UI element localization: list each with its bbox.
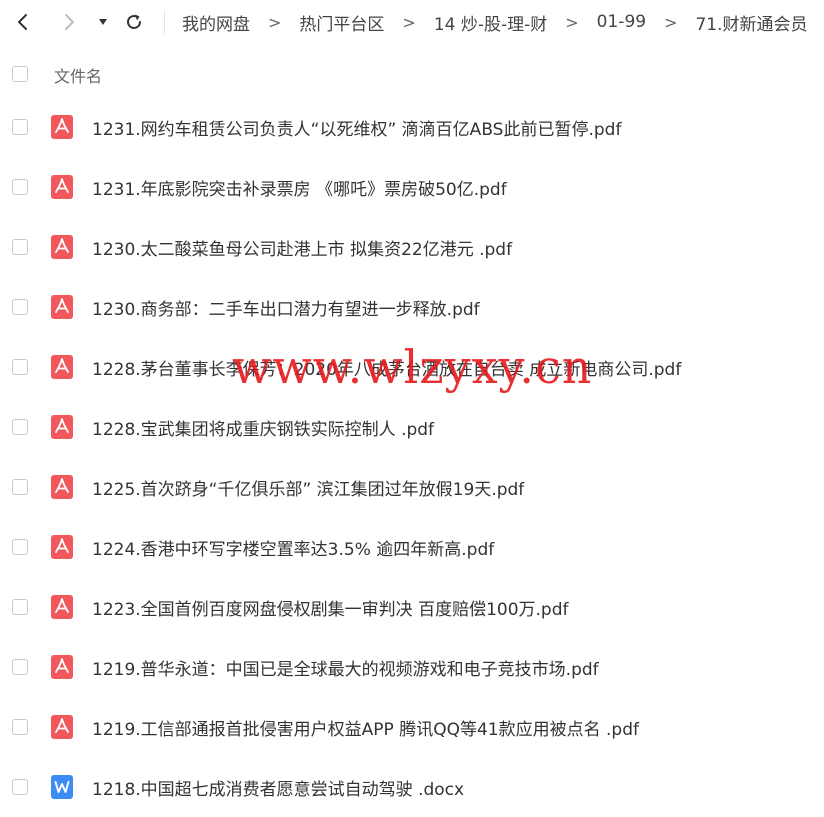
pdf-file-icon <box>51 295 73 319</box>
pdf-file-icon <box>51 115 73 139</box>
breadcrumb-separator: > <box>402 12 416 32</box>
file-name[interactable]: 1224.香港中环写字楼空置率达3.5% 逾四年新高.pdf <box>92 535 494 560</box>
breadcrumb-item-hot-platforms[interactable]: 热门平台区 <box>299 10 384 35</box>
breadcrumb-separator: > <box>664 12 678 32</box>
file-row[interactable]: 1228.茅台董事长李保芳：2020年八成茅台酒放在自台卖 成立新电商公司.pd… <box>0 337 824 397</box>
refresh-button[interactable] <box>120 7 148 37</box>
file-name[interactable]: 1230.商务部：二手车出口潜力有望进一步释放.pdf <box>92 295 480 320</box>
breadcrumb-item-current-folder[interactable]: 71.财新通会员 <box>695 10 807 35</box>
toolbar-divider <box>164 10 165 34</box>
file-row[interactable]: 1218.中国超七成消费者愿意尝试自动驾驶 .docx <box>0 757 824 817</box>
file-row[interactable]: 1230.太二酸菜鱼母公司赴港上市 拟集资22亿港元 .pdf <box>0 217 824 277</box>
pdf-file-icon <box>51 175 73 199</box>
file-checkbox[interactable] <box>12 659 28 675</box>
file-checkbox[interactable] <box>12 359 28 375</box>
file-checkbox[interactable] <box>12 419 28 435</box>
file-checkbox[interactable] <box>12 599 28 615</box>
file-name[interactable]: 1231.年底影院突击补录票房 《哪吒》票房破50亿.pdf <box>92 175 507 200</box>
file-name[interactable]: 1225.首次跻身“千亿俱乐部” 滨江集团过年放假19天.pdf <box>92 475 524 500</box>
pdf-file-icon <box>51 655 73 679</box>
caret-down-icon <box>99 19 107 25</box>
file-checkbox[interactable] <box>12 239 28 255</box>
file-row[interactable]: 1228.宝武集团将成重庆钢铁实际控制人 .pdf <box>0 397 824 457</box>
file-name[interactable]: 1230.太二酸菜鱼母公司赴港上市 拟集资22亿港元 .pdf <box>92 235 512 260</box>
pdf-file-icon <box>51 595 73 619</box>
file-name[interactable]: 1218.中国超七成消费者愿意尝试自动驾驶 .docx <box>92 775 464 800</box>
file-checkbox[interactable] <box>12 539 28 555</box>
file-checkbox[interactable] <box>12 299 28 315</box>
file-row[interactable]: 1231.网约车租赁公司负责人“以死维权” 滴滴百亿ABS此前已暂停.pdf <box>0 97 824 157</box>
forward-button[interactable] <box>56 7 82 37</box>
file-name[interactable]: 1228.茅台董事长李保芳：2020年八成茅台酒放在自台卖 成立新电商公司.pd… <box>92 355 681 380</box>
file-checkbox[interactable] <box>12 479 28 495</box>
file-name[interactable]: 1219.普华永道：中国已是全球最大的视频游戏和电子竞技市场.pdf <box>92 655 599 680</box>
list-header: 文件名 <box>0 52 824 96</box>
file-name[interactable]: 1223.全国首例百度网盘侵权剧集一审判决 百度赔偿100万.pdf <box>92 595 569 620</box>
word-file-icon <box>51 775 73 799</box>
file-list: 1231.网约车租赁公司负责人“以死维权” 滴滴百亿ABS此前已暂停.pdf 12… <box>0 97 824 817</box>
file-row[interactable]: 1224.香港中环写字楼空置率达3.5% 逾四年新高.pdf <box>0 517 824 577</box>
file-checkbox[interactable] <box>12 119 28 135</box>
file-name[interactable]: 1219.工信部通报首批侵害用户权益APP 腾讯QQ等41款应用被点名 .pdf <box>92 715 639 740</box>
refresh-icon <box>127 14 141 29</box>
breadcrumb-separator: > <box>268 12 282 32</box>
file-row[interactable]: 1219.工信部通报首批侵害用户权益APP 腾讯QQ等41款应用被点名 .pdf <box>0 697 824 757</box>
breadcrumb-separator: > <box>565 12 579 32</box>
file-name[interactable]: 1228.宝武集团将成重庆钢铁实际控制人 .pdf <box>92 415 434 440</box>
file-row[interactable]: 1230.商务部：二手车出口潜力有望进一步释放.pdf <box>0 277 824 337</box>
file-checkbox[interactable] <box>12 179 28 195</box>
select-all-checkbox[interactable] <box>12 66 28 82</box>
pdf-file-icon <box>51 475 73 499</box>
breadcrumb-item-finance[interactable]: 14 炒-股-理-财 <box>434 10 547 35</box>
pdf-file-icon <box>51 415 73 439</box>
file-name[interactable]: 1231.网约车租赁公司负责人“以死维权” 滴滴百亿ABS此前已暂停.pdf <box>92 115 621 140</box>
file-row[interactable]: 1225.首次跻身“千亿俱乐部” 滨江集团过年放假19天.pdf <box>0 457 824 517</box>
pdf-file-icon <box>51 235 73 259</box>
breadcrumb: 我的网盘 > 热门平台区 > 14 炒-股-理-财 > 01-99 > 71.财… <box>182 0 808 44</box>
file-row[interactable]: 1219.普华永道：中国已是全球最大的视频游戏和电子竞技市场.pdf <box>0 637 824 697</box>
file-checkbox[interactable] <box>12 719 28 735</box>
pdf-file-icon <box>51 535 73 559</box>
breadcrumb-item-my-drive[interactable]: 我的网盘 <box>182 10 250 35</box>
pdf-file-icon <box>51 715 73 739</box>
history-dropdown-button[interactable] <box>94 7 112 37</box>
breadcrumb-item-range[interactable]: 01-99 <box>597 12 646 32</box>
toolbar: 我的网盘 > 热门平台区 > 14 炒-股-理-财 > 01-99 > 71.财… <box>0 0 824 44</box>
pdf-file-icon <box>51 355 73 379</box>
chevron-right-icon <box>65 14 74 30</box>
file-row[interactable]: 1231.年底影院突击补录票房 《哪吒》票房破50亿.pdf <box>0 157 824 217</box>
column-header-filename[interactable]: 文件名 <box>54 63 102 87</box>
back-button[interactable] <box>10 7 36 37</box>
file-row[interactable]: 1223.全国首例百度网盘侵权剧集一审判决 百度赔偿100万.pdf <box>0 577 824 637</box>
file-checkbox[interactable] <box>12 779 28 795</box>
chevron-left-icon <box>18 14 27 30</box>
